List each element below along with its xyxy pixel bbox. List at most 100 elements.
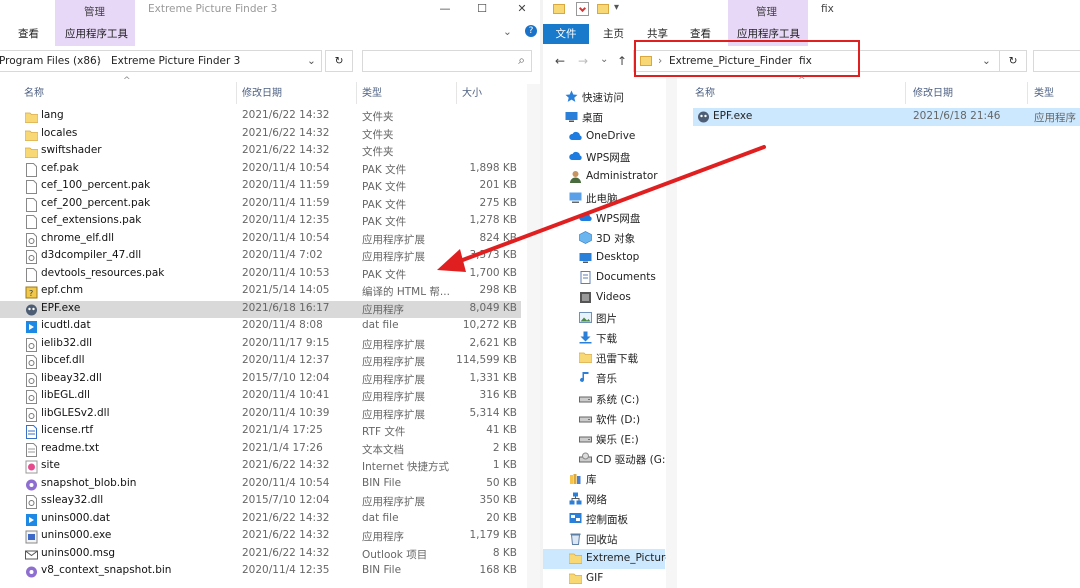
nav-item[interactable]: 回收站 (543, 529, 665, 549)
quick-folder-icon[interactable] (553, 4, 565, 14)
new-folder-icon[interactable] (597, 4, 609, 14)
file-row[interactable]: chrome_elf.dll 2020/11/4 10:54 应用程序扩展 824 K… (0, 231, 521, 249)
column-divider[interactable] (905, 82, 906, 104)
left-search-input[interactable]: ⌕ (362, 50, 532, 72)
nav-item[interactable]: WPS网盘 (543, 208, 665, 228)
file-size: 3,573 KB (469, 249, 518, 261)
file-row[interactable]: locales 2021/6/22 14:32 文件夹 (0, 126, 521, 144)
file-row[interactable]: d3dcompiler_47.dll 2020/11/4 7:02 应用程序扩展 3,… (0, 248, 521, 266)
file-row[interactable]: libeay32.dll 2015/7/10 12:04 应用程序扩展 1,331 K… (0, 371, 521, 389)
address-crumb-epf3[interactable]: Extreme Picture Finder 3 (111, 51, 240, 71)
column-header-type[interactable]: 类型 (1034, 84, 1054, 100)
recent-locations-button[interactable]: ⌄ (600, 54, 608, 65)
file-size: 1,331 KB (469, 371, 518, 384)
file-date: 2020/11/4 10:54 (242, 476, 330, 489)
right-refresh-button[interactable]: ↻ (999, 50, 1027, 72)
nav-item[interactable]: 系统 (C:) (543, 389, 665, 409)
properties-icon[interactable] (576, 2, 589, 16)
column-divider[interactable] (356, 82, 357, 104)
nav-item[interactable]: OneDrive (543, 127, 665, 147)
ribbon-expand-icon[interactable]: ⌄ (503, 26, 512, 38)
nav-item[interactable]: 迅雷下载 (543, 348, 665, 368)
nav-item[interactable]: 此电脑 (543, 188, 665, 208)
back-button[interactable]: ← (555, 54, 565, 68)
file-row[interactable]: libGLESv2.dll 2020/11/4 10:39 应用程序扩展 5,314 … (0, 406, 521, 424)
column-divider[interactable] (1027, 82, 1028, 104)
quick-access-dropdown-icon[interactable]: ▾ (614, 2, 619, 13)
file-row[interactable]: snapshot_blob.bin 2020/11/4 10:54 BIN File… (0, 476, 521, 494)
file-row[interactable]: readme.txt 2021/1/4 17:26 文本文档 2 KB (0, 441, 521, 459)
file-row[interactable]: ielib32.dll 2020/11/17 9:15 应用程序扩展 2,621 KB (0, 336, 521, 354)
tab-app-tools-left[interactable]: 应用程序工具 (57, 24, 136, 44)
up-button[interactable]: ↑ (617, 54, 627, 68)
tab-view-left[interactable]: 查看 (10, 24, 47, 44)
tab-home[interactable]: 主页 (595, 24, 632, 44)
column-header-name[interactable]: 名称 (695, 84, 715, 100)
nav-item[interactable]: 网络 (543, 489, 665, 509)
tab-file[interactable]: 文件 (543, 24, 589, 44)
bin-file-icon (25, 478, 37, 492)
left-minimize-button[interactable]: — (428, 0, 462, 18)
file-row[interactable]: libEGL.dll 2020/11/4 10:41 应用程序扩展 316 KB (0, 388, 521, 406)
column-header-date[interactable]: 修改日期 (913, 84, 953, 100)
file-row[interactable]: ssleay32.dll 2015/7/10 12:04 应用程序扩展 350 KB (0, 493, 521, 511)
nav-item[interactable]: 音乐 (543, 368, 665, 388)
nav-item[interactable]: Videos (543, 288, 665, 308)
file-date: 2021/1/4 17:26 (242, 441, 323, 454)
nav-item[interactable]: Extreme_Picture (543, 549, 672, 570)
file-row[interactable]: cef_200_percent.pak 2020/11/4 11:59 PAK 文件… (0, 196, 521, 214)
file-row[interactable]: ? epf.chm 2021/5/14 14:05 编译的 HTML 帮... 298 … (0, 283, 521, 301)
file-row[interactable]: lang 2021/6/22 14:32 文件夹 (0, 108, 521, 126)
file-row[interactable]: license.rtf 2021/1/4 17:25 RTF 文件 41 KB (0, 423, 521, 441)
folder-file-icon (24, 145, 39, 159)
column-header-date[interactable]: 修改日期 (242, 84, 282, 100)
file-row[interactable]: unins000.dat 2021/6/22 14:32 dat file 20 KB (0, 511, 521, 529)
file-row[interactable]: EPF.exe 2021/6/18 16:17 应用程序 8,049 KB (0, 300, 521, 318)
right-search-input[interactable] (1033, 50, 1080, 72)
nav-item[interactable]: GIF (543, 569, 665, 588)
file-row[interactable]: EPF.exe 2021/6/18 21:46 应用程序 (693, 108, 1080, 126)
file-row[interactable]: v8_context_snapshot.bin 2020/11/4 12:35 BI… (0, 563, 521, 581)
left-refresh-button[interactable]: ↻ (325, 50, 353, 72)
file-row[interactable]: swiftshader 2021/6/22 14:32 文件夹 (0, 143, 521, 161)
file-row[interactable]: site 2021/6/22 14:32 Internet 快捷方式 1 KB (0, 458, 521, 476)
nav-item[interactable]: 快速访问 (543, 87, 665, 107)
file-row[interactable]: libcef.dll 2020/11/4 12:37 应用程序扩展 114,599 K… (0, 353, 521, 371)
file-row[interactable]: cef.pak 2020/11/4 10:54 PAK 文件 1,898 KB (0, 161, 521, 179)
nav-item[interactable]: CD 驱动器 (G:) (543, 449, 669, 469)
file-row[interactable]: cef_extensions.pak 2020/11/4 12:35 PAK 文件 1… (0, 213, 521, 231)
file-row[interactable]: devtools_resources.pak 2020/11/4 10:53 PAK… (0, 266, 521, 284)
column-header-name[interactable]: 名称 (24, 84, 44, 100)
help-icon[interactable]: ? (525, 25, 537, 37)
nav-item[interactable]: 3D 对象 (543, 228, 665, 248)
nav-item[interactable]: 桌面 (543, 107, 665, 127)
column-divider[interactable] (456, 82, 457, 104)
address-dropdown-icon[interactable]: ⌄ (982, 51, 991, 71)
file-type: BIN File (362, 564, 402, 576)
left-maximize-button[interactable]: ☐ (465, 0, 499, 18)
nav-item[interactable]: 下载 (543, 328, 665, 348)
file-row[interactable]: unins000.exe 2021/6/22 14:32 应用程序 1,179 KB (0, 528, 521, 546)
forward-button[interactable]: → (578, 54, 588, 68)
nav-item[interactable]: Documents (543, 268, 665, 288)
file-row[interactable]: unins000.msg 2021/6/22 14:32 Outlook 项目 8 K… (0, 546, 521, 564)
nav-item[interactable]: 库 (543, 469, 665, 489)
nav-item[interactable]: Administrator (543, 167, 665, 187)
column-header-size[interactable]: 大小 (462, 84, 482, 100)
nav-item[interactable]: Desktop (543, 248, 665, 268)
nav-item[interactable]: 娱乐 (E:) (543, 429, 665, 449)
nav-item[interactable]: WPS网盘 (543, 147, 665, 167)
file-row[interactable]: icudtl.dat 2020/11/4 8:08 dat file 10,272 K… (0, 318, 521, 336)
column-header-type[interactable]: 类型 (362, 84, 382, 100)
file-row[interactable]: cef_100_percent.pak 2020/11/4 11:59 PAK 文件… (0, 178, 521, 196)
nav-item[interactable]: 软件 (D:) (543, 409, 665, 429)
left-close-button[interactable]: ✕ (505, 0, 539, 18)
address-dropdown-icon[interactable]: ⌄ (307, 51, 316, 71)
nav-item[interactable]: 图片 (543, 308, 665, 328)
address-crumb-program-files[interactable]: Program Files (x86) (0, 51, 101, 71)
nav-scrollbar[interactable] (666, 78, 677, 588)
left-address-bar[interactable]: Program Files (x86) › Extreme Picture Fi… (0, 50, 322, 72)
nav-item[interactable]: 控制面板 (543, 509, 665, 529)
vertical-scrollbar[interactable] (527, 84, 540, 588)
column-divider[interactable] (236, 82, 237, 104)
